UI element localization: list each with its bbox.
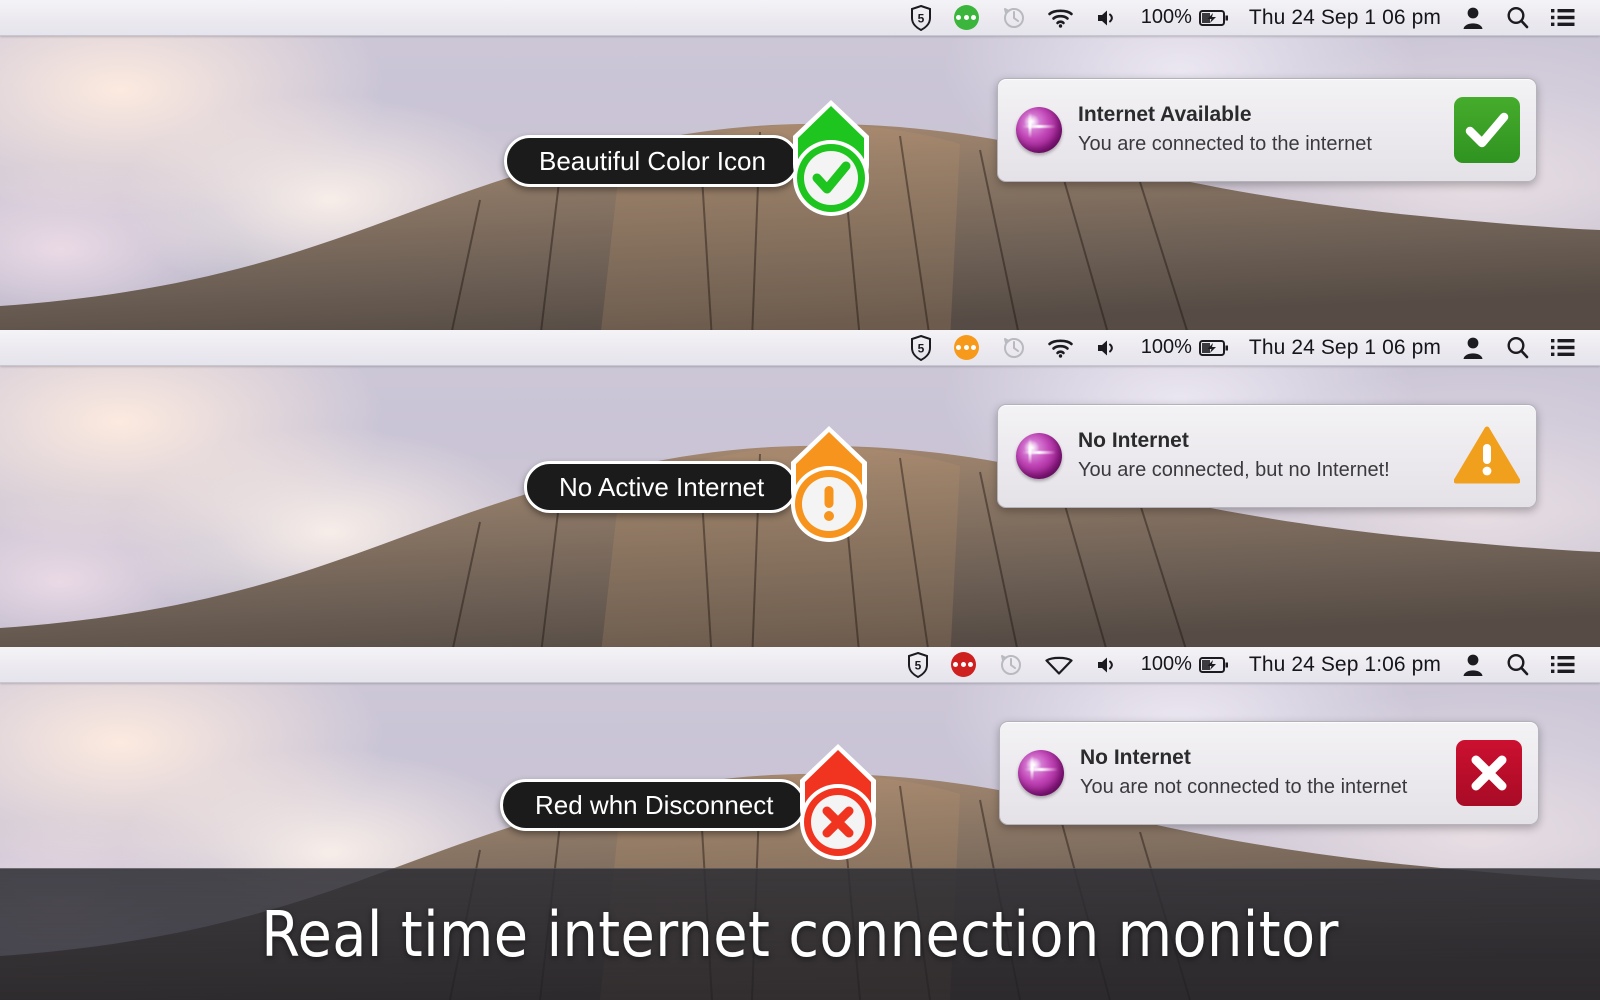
notification-center-icon[interactable] <box>1540 647 1586 683</box>
warning-marker-icon <box>781 424 877 550</box>
menubar-items-1: 5 100% Thu 24 Sep 1 06 pm <box>899 0 1586 36</box>
notification-body-1: You are connected to the internet <box>1078 133 1372 156</box>
app-status-dots <box>953 5 979 30</box>
notification-center-icon[interactable] <box>1540 0 1586 36</box>
callout-label-1: Beautiful Color Icon <box>504 135 799 187</box>
time-machine-icon[interactable] <box>990 330 1036 366</box>
callout-panel-2: No Active Internet <box>524 424 877 550</box>
menubar-panel-2: 5 100% Thu 24 Sep 1 06 pm <box>0 330 1600 366</box>
battery-charging-icon <box>1198 656 1228 673</box>
purple-globe-icon <box>1016 107 1062 153</box>
check-marker-icon <box>783 98 879 224</box>
user-icon[interactable] <box>1451 0 1495 36</box>
notification-center-icon[interactable] <box>1540 330 1586 366</box>
notification-panel-1[interactable]: Internet Available You are connected to … <box>997 78 1537 182</box>
callout-label-2: No Active Internet <box>524 461 798 513</box>
battery-percent-label: 100% <box>1140 6 1192 28</box>
battery-indicator-2[interactable]: 100% <box>1131 336 1239 359</box>
notification-text-1: Internet Available You are connected to … <box>1078 102 1454 158</box>
notification-panel-3[interactable]: No Internet You are not connected to the… <box>999 721 1539 825</box>
battery-percent-label: 100% <box>1140 336 1192 358</box>
search-icon[interactable] <box>1495 0 1540 36</box>
volume-icon[interactable] <box>1085 647 1131 683</box>
svg-text:5: 5 <box>914 658 921 672</box>
notification-text-3: No Internet You are not connected to the… <box>1080 745 1456 801</box>
dots-status-icon[interactable] <box>943 330 990 366</box>
menubar-panel-1: 5 100% Thu 24 Sep 1 06 pm <box>0 0 1600 36</box>
check-badge-icon <box>1454 97 1520 163</box>
caption-text: Real time internet connection monitor <box>261 898 1339 971</box>
time-machine-icon[interactable] <box>990 0 1036 36</box>
menubar-clock-3[interactable]: Thu 24 Sep 1:06 pm <box>1239 653 1451 677</box>
shield-5-icon[interactable]: 5 <box>896 647 940 683</box>
volume-icon[interactable] <box>1085 330 1131 366</box>
battery-charging-icon <box>1198 9 1228 26</box>
battery-charging-icon <box>1198 339 1228 356</box>
battery-indicator-1[interactable]: 100% <box>1131 6 1239 29</box>
battery-indicator-3[interactable]: 100% <box>1131 653 1239 676</box>
dots-status-icon[interactable] <box>943 0 990 36</box>
cross-marker-icon <box>790 742 886 868</box>
menubar-panel-3: 5 100% Thu 24 Sep 1:06 pm <box>0 647 1600 683</box>
app-status-dots <box>953 335 979 360</box>
warning-badge-icon <box>1454 423 1520 489</box>
battery-percent-label: 100% <box>1140 653 1192 675</box>
dots-status-icon[interactable] <box>940 647 987 683</box>
search-icon[interactable] <box>1495 647 1540 683</box>
wifi-off-icon[interactable] <box>1033 647 1085 683</box>
notification-body-3: You are not connected to the internet <box>1080 776 1408 799</box>
menubar-clock-2[interactable]: Thu 24 Sep 1 06 pm <box>1239 336 1451 360</box>
notification-text-2: No Internet You are connected, but no In… <box>1078 428 1454 484</box>
user-icon[interactable] <box>1451 330 1495 366</box>
notification-title-3: No Internet <box>1080 745 1191 769</box>
search-icon[interactable] <box>1495 330 1540 366</box>
caption-band: Real time internet connection monitor <box>0 868 1600 1000</box>
callout-panel-1: Beautiful Color Icon <box>504 98 879 224</box>
purple-globe-icon <box>1018 750 1064 796</box>
cross-badge-icon <box>1456 740 1522 806</box>
menubar-items-3: 5 100% Thu 24 Sep 1:06 pm <box>896 647 1586 683</box>
wifi-icon[interactable] <box>1036 330 1085 366</box>
app-status-dots <box>950 652 976 677</box>
notification-body-2: You are connected, but no Internet! <box>1078 459 1390 482</box>
shield-5-icon[interactable]: 5 <box>899 330 943 366</box>
callout-panel-3: Red whn Disconnect <box>500 742 886 868</box>
wifi-icon[interactable] <box>1036 0 1085 36</box>
screenshot-stage: 5 100% Thu 24 Sep 1 06 pm Beautiful Colo… <box>0 0 1600 1000</box>
notification-title-2: No Internet <box>1078 428 1189 452</box>
time-machine-icon[interactable] <box>987 647 1033 683</box>
callout-label-3: Red whn Disconnect <box>500 779 807 831</box>
notification-title-1: Internet Available <box>1078 102 1252 126</box>
svg-text:5: 5 <box>917 341 924 355</box>
shield-5-icon[interactable]: 5 <box>899 0 943 36</box>
menubar-items-2: 5 100% Thu 24 Sep 1 06 pm <box>899 330 1586 366</box>
svg-text:5: 5 <box>917 11 924 25</box>
menubar-clock-1[interactable]: Thu 24 Sep 1 06 pm <box>1239 6 1451 30</box>
purple-globe-icon <box>1016 433 1062 479</box>
volume-icon[interactable] <box>1085 0 1131 36</box>
notification-panel-2[interactable]: No Internet You are connected, but no In… <box>997 404 1537 508</box>
user-icon[interactable] <box>1451 647 1495 683</box>
